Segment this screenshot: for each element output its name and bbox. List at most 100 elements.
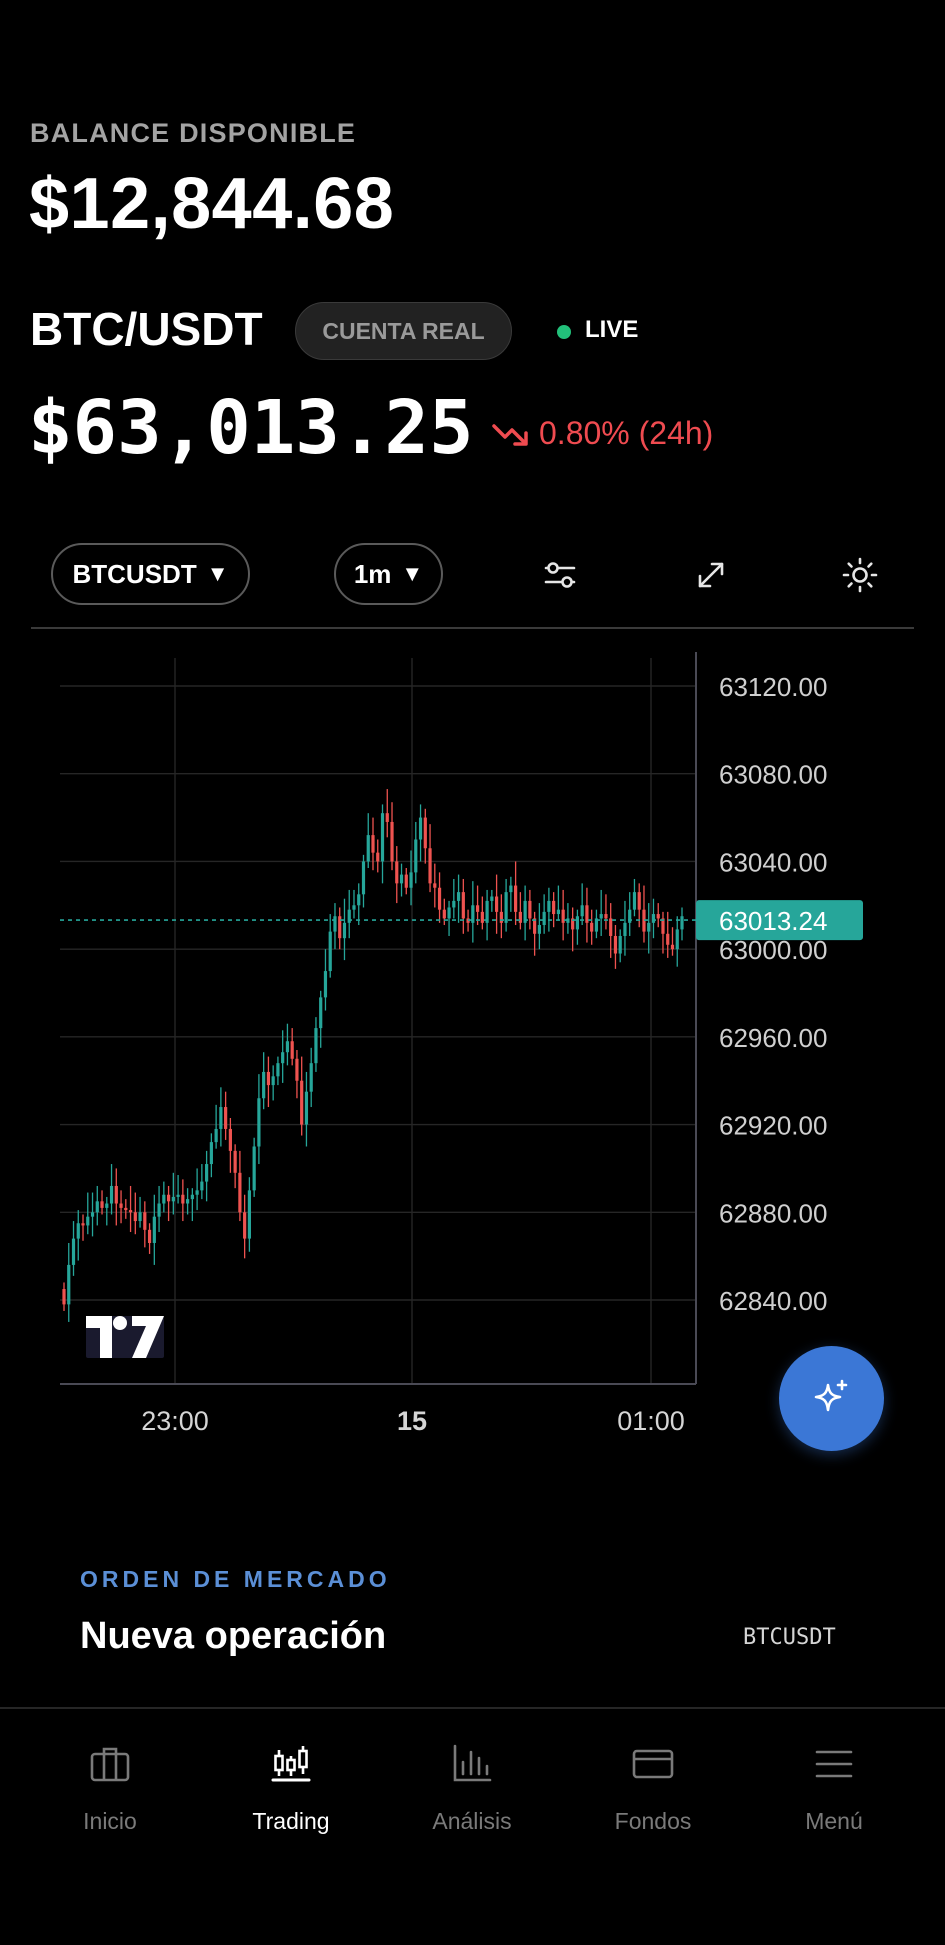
candle-body: [632, 892, 637, 910]
candle-body: [385, 813, 389, 822]
candle-body: [176, 1194, 180, 1197]
candle-body: [509, 885, 513, 893]
candle-body: [157, 1203, 161, 1217]
candle-body: [119, 1203, 123, 1208]
candle-body: [195, 1190, 199, 1195]
current-price-tag-label: 63013.24: [719, 906, 827, 936]
candle-body: [328, 931, 332, 972]
candle-body: [604, 914, 608, 919]
candle-body: [209, 1142, 213, 1165]
nav-item-fondos[interactable]: Fondos: [563, 1740, 743, 1850]
candle-body: [109, 1185, 114, 1204]
ai-assistant-button[interactable]: [779, 1346, 884, 1451]
candle-body: [266, 1071, 271, 1086]
candle-body: [95, 1201, 99, 1213]
candle-body: [528, 900, 532, 919]
account-badge[interactable]: CUENTA REAL: [295, 302, 512, 360]
bar-chart-icon: [453, 1744, 492, 1782]
candle-body: [300, 1080, 304, 1125]
candle-body: [433, 883, 437, 888]
candle-body: [128, 1210, 133, 1213]
candle-body: [314, 1028, 318, 1064]
y-tick-label: 62960.00: [719, 1023, 827, 1053]
candle-body: [623, 922, 627, 936]
candle-body: [475, 905, 480, 912]
briefcase-icon: [90, 1747, 130, 1782]
interval-selector-label: 1m: [353, 558, 392, 589]
candle-body: [152, 1216, 156, 1243]
candle-body: [395, 861, 399, 884]
candle-body: [590, 922, 594, 932]
current-price: $63,013.25: [28, 385, 474, 471]
candle-body: [647, 922, 651, 932]
candle-body: [514, 885, 518, 912]
candle-body: [271, 1076, 275, 1086]
candle-body: [62, 1289, 66, 1305]
candle-body: [518, 911, 522, 923]
candle-body: [295, 1058, 299, 1081]
candle-body: [233, 1150, 237, 1173]
candle-body: [371, 835, 375, 853]
candle-body: [285, 1041, 290, 1053]
nav-item-analisis[interactable]: Análisis: [382, 1740, 562, 1850]
candlestick-chart-icon: [271, 1746, 311, 1782]
balance-value: $12,844.68: [29, 164, 395, 244]
candle-body: [319, 997, 323, 1029]
y-tick-label: 62840.00: [719, 1286, 827, 1316]
price-change-24h: 0.80% (24h): [539, 415, 714, 451]
nav-divider: [0, 1707, 945, 1709]
candle-body: [257, 1098, 261, 1147]
theme-sun-icon[interactable]: [838, 553, 882, 597]
candle-body: [333, 916, 337, 932]
candle-body: [418, 817, 423, 840]
candle-body: [499, 911, 503, 923]
candle-body: [186, 1199, 190, 1204]
candle-body: [599, 914, 603, 919]
candle-body: [124, 1207, 128, 1211]
nav-item-trading[interactable]: Trading: [201, 1740, 381, 1850]
symbol-selector-label: BTCUSDT: [72, 558, 197, 589]
nav-item-inicio[interactable]: Inicio: [20, 1740, 200, 1850]
candle-body: [495, 896, 499, 912]
candle-body: [376, 852, 380, 862]
order-symbol: BTCUSDT: [743, 1625, 836, 1650]
trading-pair: BTC/USDT: [30, 303, 263, 355]
candle-body: [228, 1128, 232, 1151]
candle-body: [290, 1041, 294, 1059]
fullscreen-expand-icon[interactable]: [689, 553, 733, 597]
candle-body: [452, 900, 456, 908]
candle-body: [447, 907, 451, 919]
candle-body: [247, 1190, 251, 1239]
live-status-label: LIVE: [585, 316, 639, 343]
candlestick-chart[interactable]: 63120.0063080.0063040.0063000.0062960.00…: [0, 640, 945, 1440]
live-status-dot: [557, 325, 571, 339]
candle-body: [437, 887, 442, 910]
nav-label: Análisis: [432, 1808, 512, 1834]
candle-body: [670, 944, 675, 950]
indicators-sliders-icon[interactable]: [538, 553, 582, 597]
balance-label: BALANCE DISPONIBLE: [30, 118, 357, 148]
candle-body: [214, 1128, 218, 1143]
candle-body: [81, 1223, 85, 1226]
candle-body: [680, 916, 684, 930]
sparkles-icon: [814, 1379, 847, 1411]
candle-body: [281, 1052, 285, 1064]
interval-selector[interactable]: 1m ▼: [334, 543, 443, 605]
candle-body: [143, 1212, 147, 1230]
candle-body: [580, 905, 584, 917]
candle-body: [542, 911, 546, 926]
candle-body: [609, 918, 613, 936]
candle-body: [380, 813, 385, 862]
candle-body: [442, 909, 446, 919]
candle-body: [86, 1216, 90, 1226]
candle-body: [262, 1071, 266, 1099]
candle-body: [309, 1063, 313, 1092]
candle-body: [133, 1212, 137, 1222]
nav-item-menu[interactable]: Menú: [744, 1740, 924, 1850]
candle-body: [323, 971, 328, 998]
candle-body: [162, 1194, 166, 1204]
candle-body: [399, 874, 404, 884]
symbol-selector[interactable]: BTCUSDT ▼: [51, 543, 250, 605]
candle-body: [361, 861, 366, 895]
candle-body: [171, 1196, 175, 1202]
